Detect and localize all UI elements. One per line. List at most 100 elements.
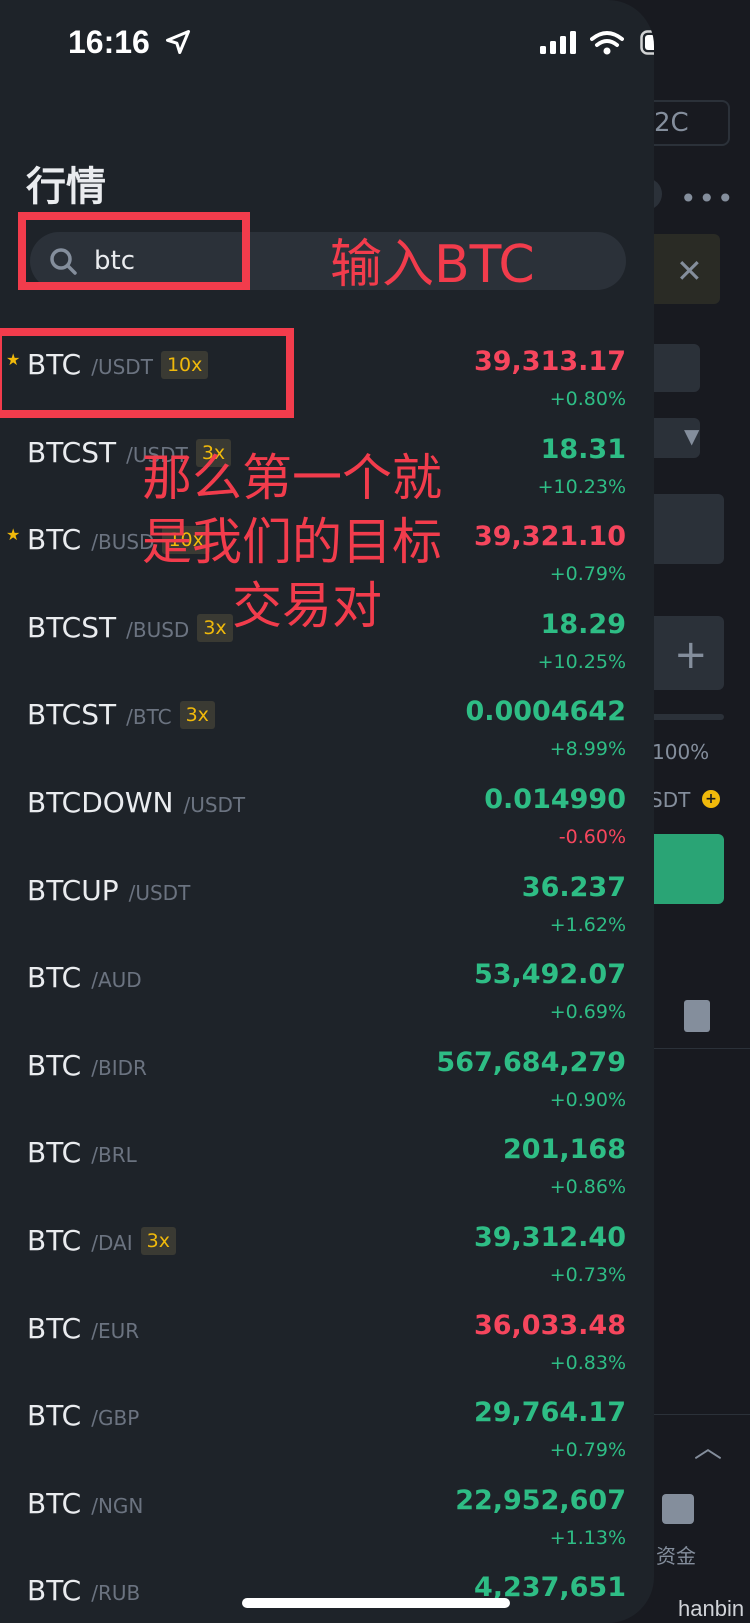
pair-base: BTC	[27, 1136, 82, 1170]
pair-name: BTC/BRL	[27, 1136, 137, 1169]
pair-base: BTC	[27, 1311, 82, 1345]
pair-base: BTCST	[27, 698, 117, 732]
pair-base: BTC	[27, 523, 82, 557]
pair-price: 22,952,607	[455, 1484, 626, 1516]
home-indicator[interactable]	[242, 1598, 510, 1608]
pair-change: +0.80%	[549, 388, 626, 410]
status-time: 16:16	[68, 24, 150, 60]
pair-base: BTC	[27, 1574, 82, 1608]
pair-name: BTC/AUD	[27, 961, 142, 994]
pair-quote: /BUSD	[126, 617, 190, 642]
pair-change: +0.69%	[549, 1001, 626, 1024]
close-icon[interactable]: ✕	[676, 252, 703, 290]
pair-name: BTC/RUB	[27, 1574, 140, 1607]
target-note-line2: 是我们的目标	[142, 513, 442, 571]
pair-name: BTCST/BTC 3x	[27, 698, 215, 731]
pair-row[interactable]: BTCUP/USDT 36.237 +1.62%	[0, 856, 654, 944]
wallet-icon[interactable]	[662, 1494, 694, 1524]
percent-label: 100%	[652, 740, 710, 764]
pair-quote: /BIDR	[91, 1055, 147, 1080]
pair-name: BTCST/BUSD 3x	[27, 611, 233, 644]
pair-name: BTC/NGN	[27, 1487, 143, 1520]
pair-price: 39,313.17	[473, 346, 626, 377]
pair-row[interactable]: BTCDOWN/USDT 0.014990 -0.60%	[0, 768, 654, 856]
pair-change: +8.99%	[549, 738, 626, 761]
watermark: hanbin	[678, 1596, 745, 1621]
pair-base: BTC	[27, 1399, 82, 1433]
pair-name: BTCDOWN/USDT	[27, 786, 245, 819]
pair-price: 0.0004642	[465, 696, 626, 728]
first-pair-highlight-box	[0, 328, 294, 418]
pair-change: +1.62%	[549, 913, 626, 936]
pair-quote: /USDT	[183, 792, 246, 817]
pair-price: 201,168	[503, 1134, 626, 1166]
pair-price: 39,312.40	[473, 1221, 626, 1253]
pair-change: +0.86%	[549, 1176, 626, 1199]
usdt-label: SDT	[650, 788, 691, 812]
pair-row[interactable]: BTC/BIDR 567,684,279 +0.90%	[0, 1031, 654, 1119]
funds-tab-label[interactable]: 资金	[656, 1540, 696, 1569]
leverage-badge: 3x	[140, 1226, 176, 1255]
pair-quote: /BRL	[91, 1143, 137, 1168]
pair-price: 36,033.48	[473, 1309, 626, 1341]
target-note-line3: 交易对	[232, 577, 382, 635]
pair-change: +10.23%	[537, 475, 626, 498]
pair-price: 29,764.17	[473, 1397, 626, 1429]
target-note-line1: 那么第一个就	[142, 449, 442, 507]
pair-change: +0.79%	[549, 1439, 626, 1462]
leverage-badge: 3x	[197, 613, 233, 642]
pair-price: 18.31	[540, 433, 626, 465]
leverage-badge: 3x	[179, 701, 215, 730]
wifi-icon	[590, 31, 624, 55]
pair-name: BTC/BIDR	[27, 1049, 147, 1082]
pair-quote: /EUR	[91, 1318, 140, 1343]
pair-quote: /DAI	[91, 1230, 133, 1255]
pair-change: -0.60%	[558, 825, 626, 848]
signal-icon	[540, 31, 576, 54]
pair-base: BTC	[27, 1223, 82, 1257]
pair-change: +0.73%	[549, 1263, 626, 1286]
page-title: 行情	[26, 164, 106, 210]
pair-price: 39,321.10	[473, 521, 626, 553]
pair-price: 53,492.07	[473, 959, 626, 991]
pair-base: BTCST	[27, 435, 117, 469]
pair-change: +1.13%	[549, 1526, 626, 1549]
add-funds-icon[interactable]: +	[702, 790, 720, 808]
pair-quote: /GBP	[91, 1406, 140, 1431]
pair-row[interactable]: BTC/GBP 29,764.17 +0.79%	[0, 1381, 654, 1469]
pair-name: BTC/DAI 3x	[27, 1224, 176, 1257]
search-highlight-box	[18, 212, 250, 290]
pair-quote: /BTC	[126, 705, 172, 730]
pair-name: BTC/GBP	[27, 1399, 139, 1432]
favorite-star-icon[interactable]: ★	[6, 525, 20, 544]
pair-change: +0.83%	[549, 1351, 626, 1374]
pair-change: +10.25%	[537, 650, 626, 673]
pair-name: BTC/EUR	[27, 1312, 139, 1345]
pair-row[interactable]: BTC/EUR 36,033.48 +0.83%	[0, 1294, 654, 1382]
plus-icon[interactable]: +	[674, 632, 708, 678]
pair-quote: /RUB	[91, 1581, 141, 1606]
pair-quote: /USDT	[128, 880, 191, 905]
pair-change: +0.90%	[549, 1088, 626, 1111]
pair-row[interactable]: BTC/BRL 201,168 +0.86%	[0, 1118, 654, 1206]
pair-quote: /AUD	[91, 968, 142, 993]
pair-row[interactable]: BTC/AUD 53,492.07 +0.69%	[0, 943, 654, 1031]
battery-icon	[640, 30, 654, 55]
pair-quote: /NGN	[91, 1493, 144, 1518]
pair-base: BTC	[27, 1048, 82, 1082]
pair-change: +0.79%	[549, 563, 626, 586]
more-icon[interactable]: •••	[680, 182, 736, 215]
pair-base: BTCDOWN	[27, 785, 174, 819]
pair-row[interactable]: BTC/RUB 4,237,651	[0, 1556, 654, 1623]
pair-row[interactable]: BTC/NGN 22,952,607 +1.13%	[0, 1469, 654, 1557]
pair-base: BTC	[27, 1486, 82, 1520]
pair-price: 36.237	[521, 871, 626, 903]
pair-name: BTCUP/USDT	[27, 874, 190, 907]
input-hint-annotation: 输入BTC	[330, 235, 535, 295]
document-icon[interactable]	[684, 1000, 710, 1032]
location-arrow-icon	[165, 29, 191, 55]
pair-row[interactable]: BTC/DAI 3x 39,312.40 +0.73%	[0, 1206, 654, 1294]
pair-base: BTCST	[27, 610, 117, 644]
chevron-up-icon[interactable]: ︿	[694, 1426, 722, 1466]
pair-row[interactable]: BTCST/BTC 3x 0.0004642 +8.99%	[0, 680, 654, 768]
